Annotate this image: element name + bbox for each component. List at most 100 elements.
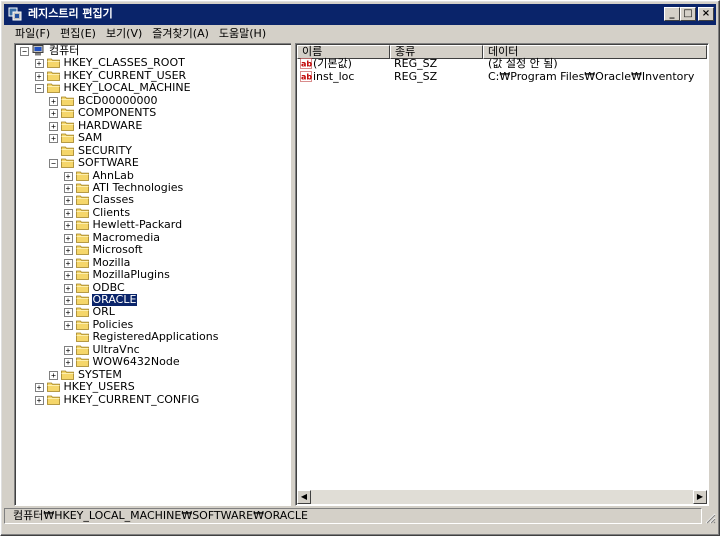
tree-node-label: BCD00000000 [78, 93, 158, 107]
expand-plus-icon[interactable]: + [34, 383, 44, 393]
menu-edit[interactable]: 편집(E) [55, 25, 101, 43]
tree-node[interactable]: + MozillaPlugins [15, 269, 291, 281]
collapse-minus-icon[interactable]: − [20, 47, 29, 56]
expand-plus-icon[interactable]: + [63, 171, 73, 181]
tree-node-label: ORL [92, 305, 115, 319]
expand-plus-icon[interactable]: + [63, 296, 73, 305]
minimize-button[interactable]: _ [664, 7, 680, 21]
tree-node-label: RegisteredApplications [92, 330, 219, 344]
value-list[interactable]: 이름 종류 데이터 ab (기본값) REG_SZ (값 설정 안 됨) ab inst_… [295, 43, 709, 506]
tree-node[interactable]: + COMPONENTS [15, 107, 291, 119]
tree-node-label: ODBC [92, 280, 125, 294]
maximize-button[interactable]: □ [680, 7, 696, 21]
tree-node[interactable]: + Macromedia [15, 231, 291, 244]
tree-node-label: SYSTEM [78, 367, 122, 381]
tree-node[interactable]: + BCD00000000 [15, 93, 291, 107]
expand-plus-icon[interactable]: + [63, 183, 73, 193]
tree-node-label: Microsoft [92, 243, 143, 257]
expand-plus-icon[interactable]: + [63, 246, 73, 256]
value-name[interactable]: inst_loc [313, 71, 354, 83]
folder-icon [61, 158, 74, 168]
tree-node[interactable]: + HKEY_CURRENT_USER [15, 69, 291, 82]
tree-node[interactable]: + Clients [15, 206, 291, 219]
tree-node[interactable]: + WOW6432Node [15, 356, 291, 368]
expand-plus-icon[interactable]: + [49, 121, 58, 131]
folder-icon [75, 258, 89, 268]
close-button[interactable]: × [698, 7, 714, 21]
expand-plus-icon[interactable]: + [63, 271, 73, 281]
expand-plus-icon[interactable]: + [49, 109, 58, 119]
expand-plus-icon[interactable]: + [63, 233, 73, 243]
expand-plus-icon[interactable]: + [63, 358, 73, 368]
folder-icon [61, 96, 74, 106]
tree-node[interactable]: RegisteredApplications [15, 331, 291, 343]
tree-node[interactable]: + AhnLab [15, 169, 291, 182]
expand-plus-icon[interactable]: + [34, 59, 44, 69]
menu-help[interactable]: 도움말(H) [214, 25, 271, 43]
folder-icon [75, 283, 89, 293]
expand-plus-icon[interactable]: + [49, 134, 58, 144]
expand-plus-icon[interactable]: + [49, 96, 58, 106]
resize-grip-icon[interactable] [704, 512, 716, 524]
value-data: (값 설정 안 됨) [488, 57, 558, 70]
scroll-right-button[interactable]: ▶ [693, 490, 707, 504]
scroll-left-button[interactable]: ◀ [297, 490, 311, 504]
expand-plus-icon[interactable]: + [63, 258, 73, 268]
tree-node-label: HKEY_CLASSES_ROOT [63, 56, 185, 70]
expand-plus-icon[interactable]: + [63, 320, 73, 330]
registry-tree[interactable]: − 컴퓨터 + HKEY_CLASSES_ROOT + HKEY_CURRENT_USER… [14, 43, 292, 506]
tree-node[interactable]: + Policies [15, 317, 291, 331]
tree-node[interactable]: + SAM [15, 132, 291, 144]
tree-node[interactable]: + Hewlett-Packard [15, 219, 291, 231]
expand-plus-icon[interactable]: + [63, 283, 73, 293]
tree-node[interactable]: − 컴퓨터 [15, 45, 291, 57]
menu-favorites[interactable]: 즐겨찾기(A) [147, 25, 214, 43]
expand-plus-icon[interactable]: + [63, 196, 73, 206]
tree-node[interactable]: + HKEY_USERS [15, 381, 291, 393]
expand-plus-icon[interactable]: + [63, 221, 73, 231]
folder-icon [75, 245, 89, 256]
tree-node[interactable]: + ORACLE [15, 293, 291, 307]
folder-icon [75, 332, 89, 343]
tree-node[interactable]: + ODBC [15, 280, 291, 294]
folder-icon [61, 108, 74, 119]
tree-node-label: SOFTWARE [78, 156, 139, 170]
tree-node[interactable]: + ORL [15, 306, 291, 318]
tree-node[interactable]: − HKEY_LOCAL_MACHINE [15, 82, 291, 94]
menu-bar: 파일(F) 편집(E) 보기(V) 즐겨찾기(A) 도움말(H) [4, 25, 716, 43]
title-bar[interactable]: 레지스트리 편집기 _ □ × [4, 4, 716, 25]
menu-file[interactable]: 파일(F) [10, 25, 55, 43]
value-data: C:₩Program Files₩Oracle₩Inventory [488, 70, 695, 83]
tree-node[interactable]: + HKEY_CLASSES_ROOT [15, 57, 291, 69]
tree-node[interactable]: + Classes [15, 194, 291, 206]
tree-node-label: 컴퓨터 [49, 44, 80, 57]
expand-plus-icon[interactable]: + [34, 71, 44, 81]
expand-plus-icon[interactable]: + [63, 308, 73, 318]
folder-icon [46, 59, 60, 69]
tree-node-label: MozillaPlugins [92, 268, 170, 282]
tree-node-label: ATI Technologies [92, 180, 184, 194]
collapse-minus-icon[interactable]: − [49, 159, 58, 169]
tree-node[interactable]: + Mozilla [15, 256, 291, 269]
registry-editor-window: 레지스트리 편집기 _ □ × 파일(F) 편집(E) 보기(V) 즐겨찾기(A) 도움… [0, 0, 720, 536]
horizontal-scrollbar[interactable]: ◀ ▶ [297, 490, 707, 504]
expand-plus-icon[interactable]: + [34, 395, 44, 405]
tree-node-label: HKEY_USERS [63, 380, 135, 394]
expand-plus-icon[interactable]: + [49, 370, 58, 380]
tree-node-label: Policies [92, 317, 134, 331]
tree-node[interactable]: + HARDWARE [15, 119, 291, 132]
tree-node[interactable]: + Microsoft [15, 244, 291, 256]
expand-plus-icon[interactable]: + [63, 208, 73, 218]
collapse-minus-icon[interactable]: − [34, 84, 44, 94]
expand-plus-icon[interactable]: + [63, 345, 73, 355]
tree-node[interactable]: SECURITY [15, 144, 291, 157]
tree-node-label: UltraVnc [92, 342, 140, 356]
tree-node[interactable]: + UltraVnc [15, 342, 291, 356]
tree-node[interactable]: − SOFTWARE [15, 157, 291, 169]
menu-view[interactable]: 보기(V) [101, 25, 147, 43]
value-name[interactable]: (기본값) [313, 58, 352, 70]
tree-node-label: Classes [92, 193, 134, 207]
tree-node[interactable]: + SYSTEM [15, 367, 291, 381]
tree-node[interactable]: + ATI Technologies [15, 180, 291, 194]
tree-node[interactable]: + HKEY_CURRENT_CONFIG [15, 393, 291, 406]
